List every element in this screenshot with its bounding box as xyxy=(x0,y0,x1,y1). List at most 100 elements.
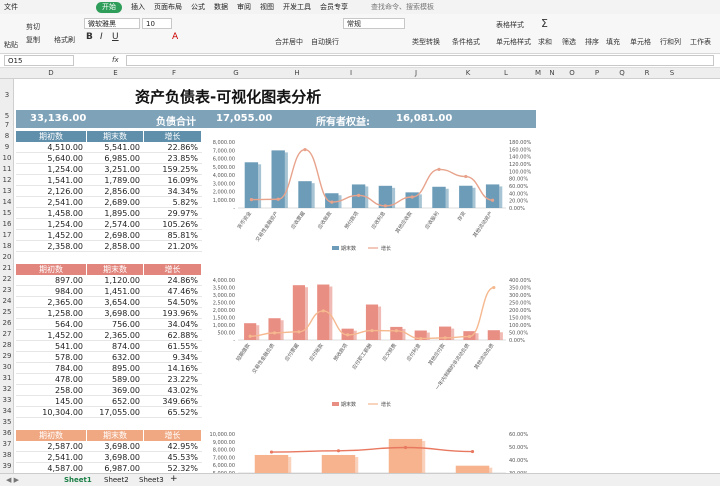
row-header[interactable]: 20 xyxy=(0,253,14,261)
col-header[interactable]: G xyxy=(204,68,268,79)
header-cell[interactable]: 期末数 xyxy=(87,131,144,142)
col-header[interactable]: L xyxy=(481,68,531,79)
menu-member[interactable]: 会员专享 xyxy=(320,2,348,12)
table-cell[interactable]: 756.00 xyxy=(87,319,144,329)
table-cell[interactable]: 29.97% xyxy=(144,208,202,218)
number-format-select[interactable]: 常规 xyxy=(343,18,405,29)
name-box[interactable]: O15 xyxy=(4,55,74,66)
table-cell[interactable]: 24.86% xyxy=(144,275,202,285)
wrap-text-button[interactable]: 自动换行 xyxy=(311,37,339,47)
col-header[interactable]: S xyxy=(660,68,684,79)
table-cell[interactable]: 3,654.00 xyxy=(87,297,144,307)
menu-data[interactable]: 数据 xyxy=(214,2,228,12)
menu-formula[interactable]: 公式 xyxy=(191,2,205,12)
table-cell[interactable]: 349.66% xyxy=(144,396,202,406)
menu-file[interactable]: 文件 xyxy=(4,2,18,12)
formula-input[interactable] xyxy=(126,55,714,66)
table-cell[interactable]: 65.52% xyxy=(144,407,202,417)
table-cell[interactable]: 2,126.00 xyxy=(16,186,87,196)
col-header[interactable]: F xyxy=(145,68,203,79)
menu-review[interactable]: 审阅 xyxy=(237,2,251,12)
table-cell[interactable]: 589.00 xyxy=(87,374,144,384)
col-header[interactable]: Q xyxy=(610,68,634,79)
sheet-tab-3[interactable]: Sheet3 xyxy=(139,476,164,484)
table-cell[interactable]: 22.86% xyxy=(144,142,202,152)
font-color-button[interactable]: A xyxy=(172,32,178,42)
header-cell[interactable]: 期末数 xyxy=(87,430,144,441)
row-header[interactable]: 33 xyxy=(0,396,14,404)
table-cell[interactable]: 2,541.00 xyxy=(16,452,87,462)
table-cell[interactable]: 1,120.00 xyxy=(87,275,144,285)
col-header[interactable]: N xyxy=(545,68,559,79)
table-cell[interactable]: 62.88% xyxy=(144,330,202,340)
header-cell[interactable]: 期初数 xyxy=(16,430,87,441)
row-header[interactable]: 12 xyxy=(0,176,14,184)
row-header[interactable]: 39 xyxy=(0,462,14,470)
col-header[interactable]: J xyxy=(377,68,455,79)
table-cell[interactable]: 16.09% xyxy=(144,175,202,185)
menu-start[interactable]: 开始 xyxy=(96,1,122,13)
table-cell[interactable]: 1,452.00 xyxy=(16,330,87,340)
header-cell[interactable]: 增长 xyxy=(144,131,202,142)
table-cell[interactable]: 42.95% xyxy=(144,441,202,451)
table-cell[interactable]: 85.81% xyxy=(144,230,202,240)
sum-button[interactable]: 求和 xyxy=(538,37,552,47)
row-header[interactable]: 7 xyxy=(0,121,14,129)
row-header[interactable]: 31 xyxy=(0,374,14,382)
row-header[interactable]: 38 xyxy=(0,451,14,459)
col-header[interactable]: H xyxy=(269,68,325,79)
table-cell[interactable]: 5,541.00 xyxy=(87,142,144,152)
table-cell[interactable]: 1,452.00 xyxy=(16,230,87,240)
liability-chart[interactable]: 4,000.00 3,500.003,000.00 2,500.002,000.00… xyxy=(204,272,538,412)
row-header[interactable]: 27 xyxy=(0,330,14,338)
sheet-tab-1[interactable]: Sheet1 xyxy=(64,476,92,484)
worksheet-button[interactable]: 工作表 xyxy=(690,37,711,47)
row-header[interactable]: 32 xyxy=(0,385,14,393)
sort-button[interactable]: 排序 xyxy=(585,37,599,47)
table-cell[interactable]: 3,251.00 xyxy=(87,164,144,174)
col-header[interactable]: K xyxy=(456,68,480,79)
menu-dev[interactable]: 开发工具 xyxy=(283,2,311,12)
table-cell[interactable]: 1,258.00 xyxy=(16,308,87,318)
table-cell[interactable]: 193.96% xyxy=(144,308,202,318)
row-header[interactable]: 10 xyxy=(0,154,14,162)
table-cell[interactable]: 2,365.00 xyxy=(87,330,144,340)
table-cell[interactable]: 1,789.00 xyxy=(87,175,144,185)
row-header[interactable]: 18 xyxy=(0,242,14,250)
italic-button[interactable]: I xyxy=(100,32,103,42)
table-cell[interactable]: 5.82% xyxy=(144,197,202,207)
table-cell[interactable]: 1,451.00 xyxy=(87,286,144,296)
row-header[interactable]: 35 xyxy=(0,418,14,426)
cell-style-button[interactable]: 单元格样式 xyxy=(496,37,531,47)
add-sheet-icon[interactable]: + xyxy=(170,474,178,484)
row-header[interactable]: 36 xyxy=(0,429,14,437)
table-cell[interactable]: 2,574.00 xyxy=(87,219,144,229)
table-cell[interactable]: 10,304.00 xyxy=(16,407,87,417)
table-cell[interactable]: 43.02% xyxy=(144,385,202,395)
col-header[interactable]: O xyxy=(560,68,584,79)
table-cell[interactable]: 1,254.00 xyxy=(16,219,87,229)
table-cell[interactable]: 2,365.00 xyxy=(16,297,87,307)
table-cell[interactable]: 4,510.00 xyxy=(16,142,87,152)
header-cell[interactable]: 期初数 xyxy=(16,264,87,275)
table-cell[interactable]: 2,541.00 xyxy=(16,197,87,207)
menu-layout[interactable]: 页面布局 xyxy=(154,2,182,12)
table-cell[interactable]: 578.00 xyxy=(16,352,87,362)
asset-chart[interactable]: 8,000.00 7,000.00 6,000.00 5,000.00 4,000.00… xyxy=(204,134,538,258)
fx-icon[interactable]: fx xyxy=(112,56,119,64)
row-header[interactable]: 34 xyxy=(0,407,14,415)
conditional-format-button[interactable]: 条件格式 xyxy=(452,37,480,47)
cell-button[interactable]: 单元格 xyxy=(630,37,651,47)
table-cell[interactable]: 145.00 xyxy=(16,396,87,406)
table-cell[interactable]: 45.53% xyxy=(144,452,202,462)
sheet-tab-2[interactable]: Sheet2 xyxy=(104,476,129,484)
row-header[interactable]: 5 xyxy=(0,112,14,120)
table-cell[interactable]: 1,895.00 xyxy=(87,208,144,218)
table-cell[interactable]: 2,858.00 xyxy=(87,241,144,251)
row-header[interactable]: 22 xyxy=(0,275,14,283)
table-cell[interactable]: 1,458.00 xyxy=(16,208,87,218)
table-cell[interactable]: 9.34% xyxy=(144,352,202,362)
table-cell[interactable]: 895.00 xyxy=(87,363,144,373)
col-header[interactable]: M xyxy=(532,68,544,79)
table-cell[interactable]: 564.00 xyxy=(16,319,87,329)
